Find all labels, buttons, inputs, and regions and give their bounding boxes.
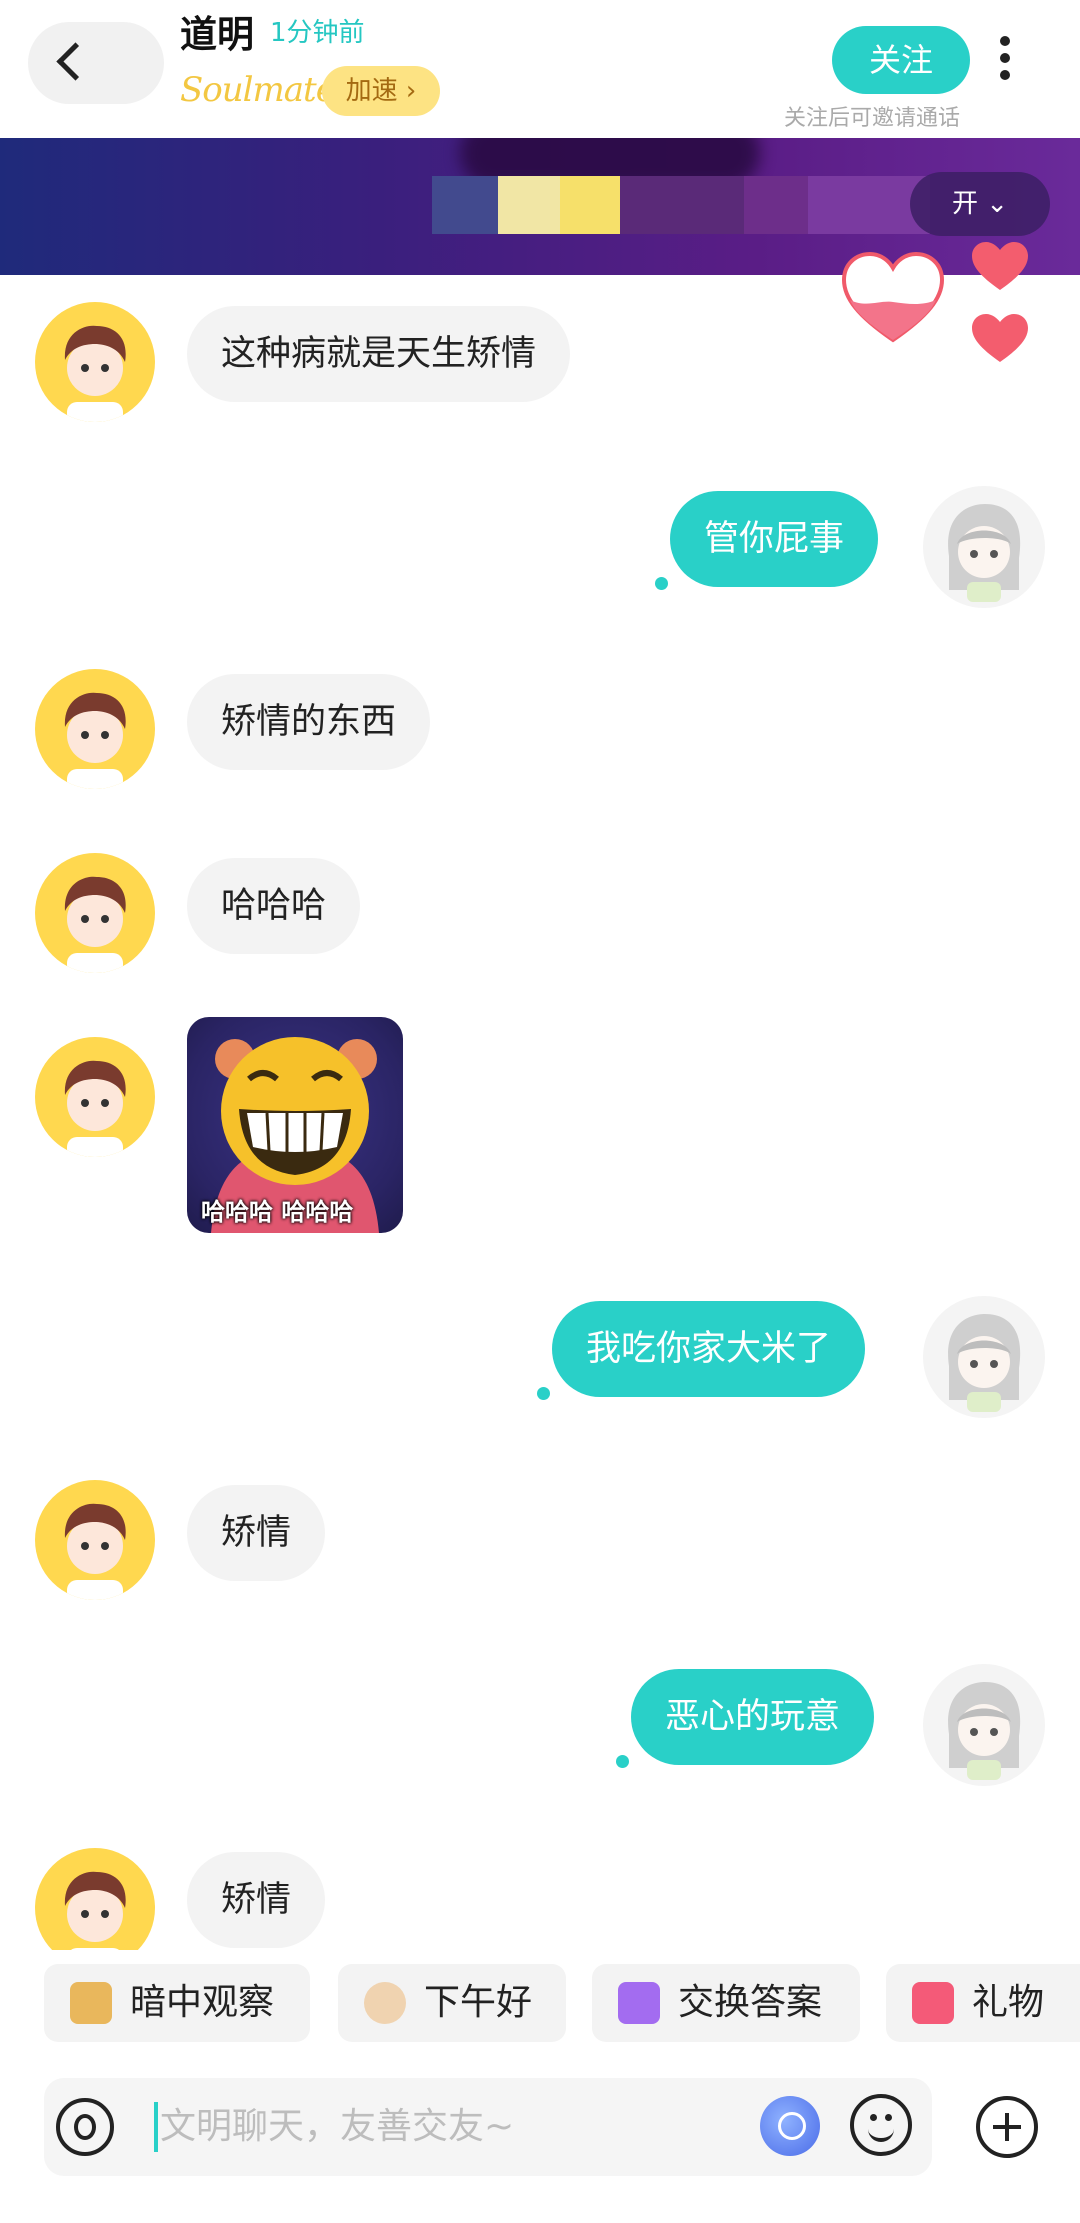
online-status: 1分钟前 <box>270 18 365 48</box>
sticker-caption: 哈哈哈 哈哈哈 <box>201 1198 354 1226</box>
outgoing-message[interactable]: 恶心的玩意 <box>631 1669 875 1765</box>
follow-hint: 关注后可邀请通话 <box>784 106 961 131</box>
my-avatar[interactable] <box>923 486 1045 608</box>
incoming-message[interactable]: 矫情 <box>187 1485 326 1581</box>
contact-avatar[interactable] <box>35 302 155 422</box>
my-avatar[interactable] <box>923 1296 1045 1418</box>
incoming-message[interactable]: 矫情 <box>187 1852 326 1948</box>
back-arrow-icon <box>56 42 95 81</box>
chat-scroll-clip: 矫情 <box>0 1840 1080 1950</box>
speed-button[interactable]: 加速 › <box>322 66 440 116</box>
coffee-icon <box>364 1982 406 2024</box>
heart-icon <box>972 242 1028 290</box>
read-indicator <box>655 577 668 590</box>
banner-mosaic <box>744 176 808 234</box>
banner-mosaic <box>498 176 560 234</box>
text-caret <box>154 2102 158 2152</box>
banner-mosaic <box>432 176 498 234</box>
chat-header: 道明 1分钟前 Soulmate 加速 › 关注 关注后可邀请通话 <box>0 0 1080 138</box>
quick-action-gift[interactable]: 礼物 <box>886 1964 1080 2042</box>
heart-meter-icon[interactable] <box>838 248 948 348</box>
doge-peek-icon <box>70 1982 112 2024</box>
exchange-icon <box>618 1982 660 2024</box>
banner-mosaic <box>560 176 620 234</box>
soulmate-logo: Soulmate <box>180 70 336 110</box>
back-button[interactable] <box>28 22 164 104</box>
incoming-message[interactable]: 矫情的东西 <box>187 674 431 770</box>
contact-avatar[interactable] <box>35 1480 155 1600</box>
sticker-message[interactable]: 哈哈哈 哈哈哈 <box>187 1017 403 1233</box>
emoji-icon[interactable] <box>850 2094 912 2156</box>
heart-icon <box>972 314 1028 362</box>
message-input[interactable]: 文明聊天，友善交友~ <box>160 2078 514 2176</box>
gift-icon <box>912 1982 954 2024</box>
my-avatar[interactable] <box>923 1664 1045 1786</box>
quick-action-label: 下午好 <box>424 1982 533 2023</box>
outgoing-message[interactable]: 管你屁事 <box>670 491 879 587</box>
contact-avatar[interactable] <box>35 853 155 973</box>
incoming-message[interactable]: 哈哈哈 <box>187 858 361 954</box>
message-input-bar: 文明聊天，友善交友~ <box>44 2078 932 2176</box>
contact-name[interactable]: 道明 <box>180 4 254 58</box>
read-indicator <box>537 1387 550 1400</box>
contact-avatar[interactable] <box>35 1037 155 1157</box>
quick-action-label: 礼物 <box>972 1982 1045 2023</box>
contact-avatar[interactable] <box>35 669 155 789</box>
quick-action-good-afternoon[interactable]: 下午好 <box>338 1964 566 2042</box>
quick-actions: 暗中观察 下午好 交换答案 礼物 <box>0 1960 1080 2044</box>
outgoing-message[interactable]: 我吃你家大米了 <box>552 1301 866 1397</box>
more-menu-icon[interactable] <box>1000 36 1012 86</box>
quick-action-lurk[interactable]: 暗中观察 <box>44 1964 310 2042</box>
banner-mosaic <box>620 176 744 234</box>
incoming-message[interactable]: 这种病就是天生矫情 <box>187 306 571 402</box>
ai-assistant-icon[interactable] <box>760 2096 820 2156</box>
quick-action-exchange-answers[interactable]: 交换答案 <box>592 1964 860 2042</box>
quick-action-label: 交换答案 <box>678 1982 823 2023</box>
quick-action-label: 暗中观察 <box>130 1982 275 2023</box>
read-indicator <box>616 1755 629 1768</box>
follow-button[interactable]: 关注 <box>832 26 970 94</box>
add-attachment-icon[interactable] <box>976 2096 1038 2158</box>
contact-avatar[interactable] <box>35 1848 155 1950</box>
at-mention-icon[interactable] <box>56 2098 114 2156</box>
banner-dropdown[interactable]: 开 ⌄ <box>910 172 1050 236</box>
